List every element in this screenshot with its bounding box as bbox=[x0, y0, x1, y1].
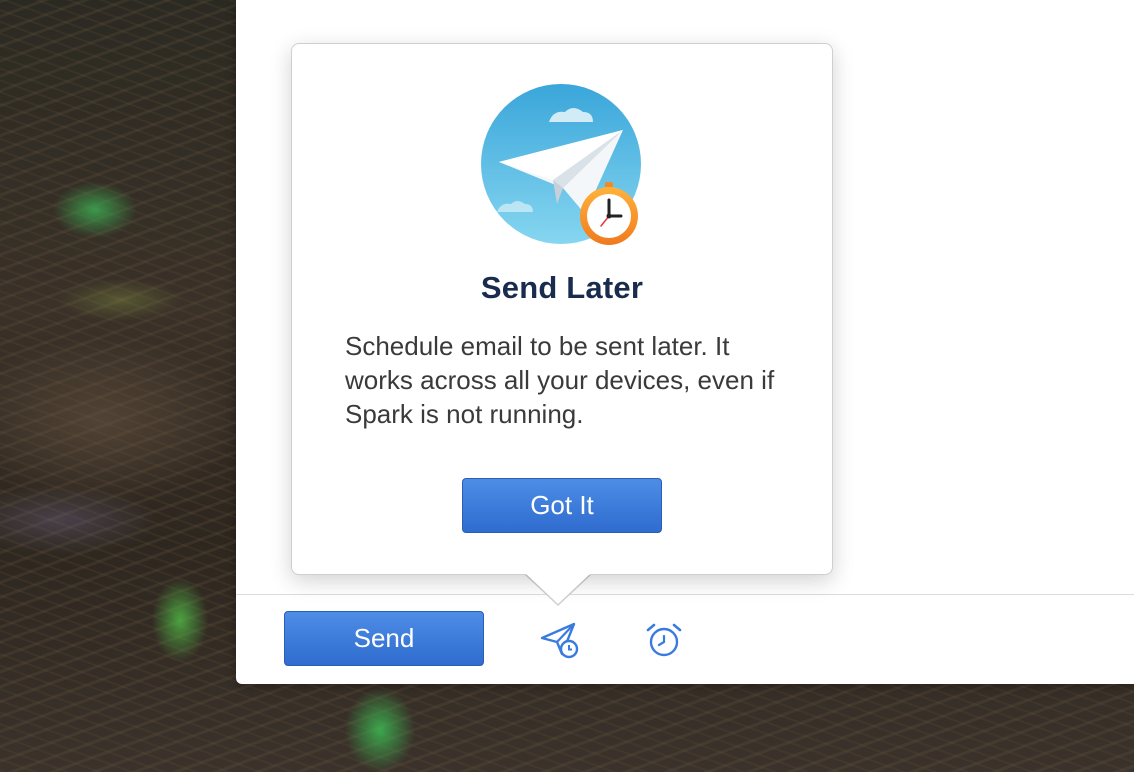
popover-arrow-fill bbox=[525, 573, 591, 604]
popover-description: Schedule email to be sent later. It work… bbox=[345, 331, 775, 429]
paper-plane-with-clock-icon bbox=[481, 84, 645, 248]
send-button[interactable]: Send bbox=[284, 611, 484, 666]
popover-title: Send Later bbox=[480, 270, 644, 305]
alarm-clock-icon[interactable] bbox=[642, 618, 686, 662]
got-it-button[interactable]: Got It bbox=[462, 478, 662, 533]
toolbar-divider bbox=[236, 594, 1134, 595]
send-later-popover: Send Later Schedule email to be sent lat… bbox=[291, 43, 833, 575]
send-later-icon[interactable] bbox=[538, 618, 582, 662]
